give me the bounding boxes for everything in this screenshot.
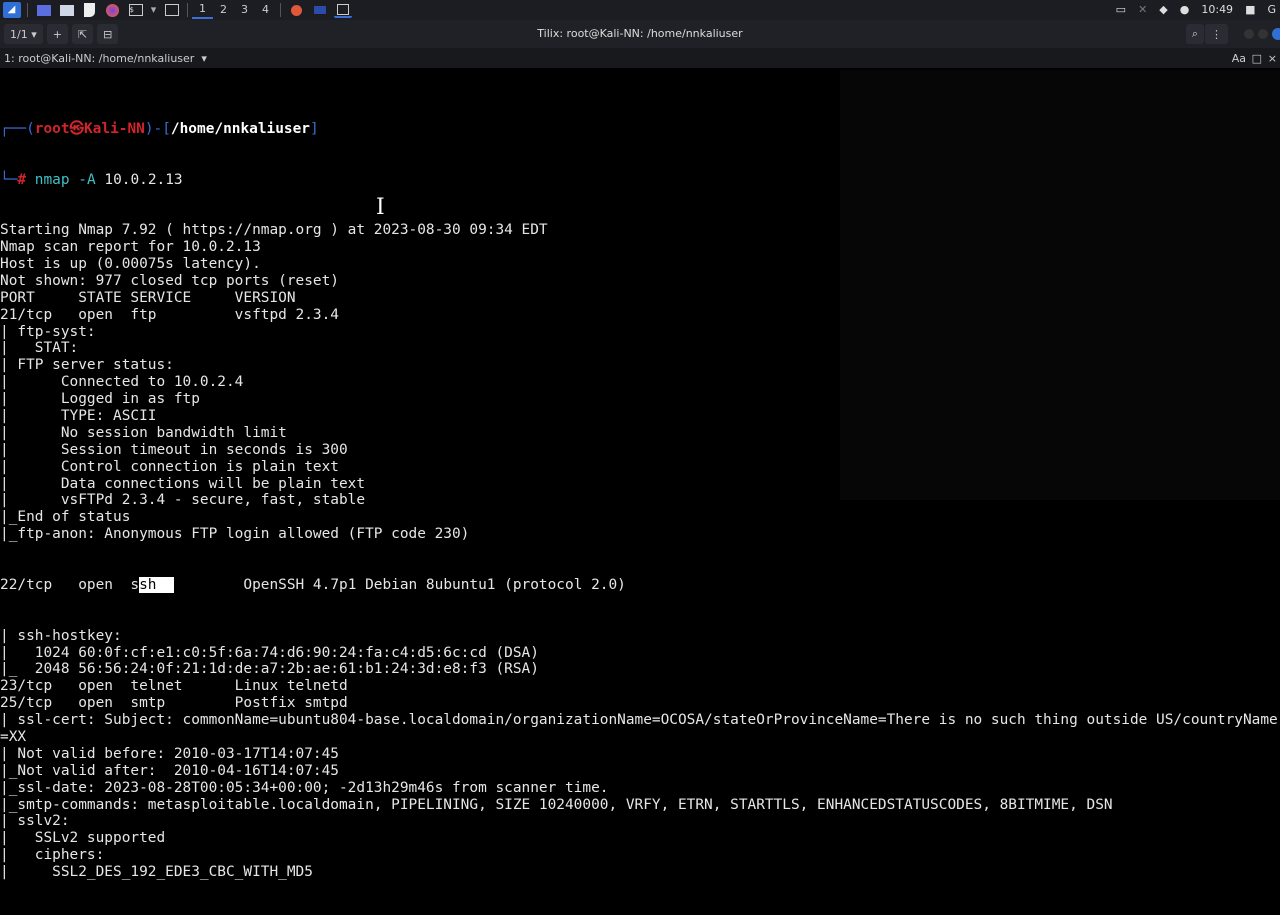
output-line: |_Not valid after: 2010-04-16T14:07:45 [0,762,339,779]
maximize-terminal-icon[interactable]: □ [1252,52,1262,65]
kali-menu-icon[interactable]: ◢ [2,2,21,18]
split-down-button[interactable]: ⊟ [97,24,119,44]
command-flag: -A [78,171,96,188]
divider [27,3,28,17]
clock[interactable]: 10:49 [1201,2,1233,18]
output-line: | 1024 60:0f:cf:e1:c0:5f:6a:74:d6:90:24:… [0,644,539,661]
command-arg: 10.0.2.13 [104,171,183,188]
output-line: Nmap scan report for 10.0.2.13 [0,239,261,256]
output-line: |_End of status [0,509,131,526]
desktop-icon[interactable] [35,2,53,18]
output-line: | SSL2_DES_192_EDE3_CBC_WITH_MD5 [0,864,313,881]
close-terminal-icon[interactable]: × [1268,52,1277,65]
text-selection[interactable]: sh [139,576,174,593]
output-line: | Session timeout in seconds is 300 [0,441,348,458]
mute-icon[interactable]: ✕ [1138,2,1147,18]
output-line: | Not valid before: 2010-03-17T14:07:45 [0,745,339,762]
minimize-button[interactable] [1244,29,1254,39]
output-line: 21/tcp open ftp vsftpd 2.3.4 [0,306,339,323]
output-line: | SSLv2 supported [0,830,166,847]
terminal-tab-title[interactable]: 1: root@Kali-NN: /home/nnkaliuser [4,52,194,65]
line-text: 22/tcp open s [0,576,140,593]
chevron-down-icon[interactable]: ▾ [201,52,207,65]
tilix-headerbar: 1/1 ▾ + ⇱ ⊟ Tilix: root@Kali-NN: /home/n… [0,20,1280,48]
tilix-task-icon[interactable] [333,2,352,18]
prompt-line-1: ┌──(root㉿Kali-NN)-[/home/nnkaliuser] [0,120,319,137]
output-line: | ssl-cert: Subject: commonName=ubuntu80… [0,712,1278,729]
terminal-titlebar: 1: root@Kali-NN: /home/nnkaliuser ▾ Aa □… [0,48,1280,68]
output-line: | STAT: [0,340,87,357]
files-icon[interactable] [58,2,76,18]
workspace-2[interactable]: 2 [213,2,234,18]
output-line: | Connected to 10.0.2.4 [0,374,244,391]
workspace-3[interactable]: 3 [234,2,255,18]
output-block: | ssh-hostkey: | 1024 60:0f:cf:e1:c0:5f:… [0,628,1280,881]
terminal-icon[interactable]: $ [127,2,145,18]
power-icon[interactable]: ● [1180,2,1190,18]
top-panel: ◢ $ ▾ 1 2 3 4 ▭ ✕ ◆ ● 10:49 ■ G [0,0,1280,20]
logout-icon[interactable]: G [1267,2,1276,18]
prompt-hash: # [17,171,27,188]
output-line: | Data connections will be plain text [0,475,366,492]
window-title: Tilix: root@Kali-NN: /home/nnkaliuser [537,27,743,40]
output-line: Host is up (0.00075s latency). [0,256,261,272]
terminal-split-icon[interactable] [163,2,181,18]
output-line: Not shown: 977 closed tcp ports (reset) [0,272,339,289]
divider [187,3,188,17]
prompt-line-2: └─# nmap -A 10.0.2.13 [0,171,183,188]
output-line: | Logged in as ftp [0,391,200,408]
output-line: 23/tcp open telnet Linux telnetd [0,678,348,695]
line-text: OpenSSH 4.7p1 Debian 8ubuntu1 (protocol … [173,576,626,593]
system-tray: ▭ ✕ ◆ ● 10:49 ■ G [1116,0,1276,20]
output-line: | Control connection is plain text [0,458,339,475]
text-cursor-icon: I [376,195,385,220]
terminal-output: ┌──(root㉿Kali-NN)-[/home/nnkaliuser] └─#… [0,87,1280,915]
output-line: |_ssl-date: 2023-08-28T00:05:34+00:00; -… [0,779,609,796]
close-button[interactable] [1272,28,1280,40]
firefox-icon[interactable] [104,2,122,18]
output-line: | FTP server status: [0,357,174,374]
session-switcher[interactable]: 1/1 ▾ [4,24,43,44]
output-line: | vsFTPd 2.3.4 - secure, fast, stable [0,492,366,509]
read-only-icon[interactable]: Aa [1232,52,1246,65]
firefox-task-icon[interactable] [288,2,306,18]
output-line: 25/tcp open smtp Postfix smtpd [0,695,348,712]
add-session-button[interactable]: + [46,24,68,44]
output-line: =XX [0,729,27,745]
output-line: | No session bandwidth limit [0,424,287,441]
session-count: 1/1 [10,27,28,41]
chevron-down-icon[interactable]: ▾ [150,2,158,18]
output-line: | ssh-hostkey: [0,627,131,644]
maximize-button[interactable] [1258,29,1268,39]
output-line: PORT STATE SERVICE VERSION [0,289,296,306]
output-line: |_ 2048 56:56:24:0f:21:1d:de:a7:2b:ae:61… [0,661,539,678]
menu-button[interactable]: ⋮ [1205,24,1228,44]
lock-icon[interactable]: ■ [1245,2,1255,18]
output-line: Starting Nmap 7.92 ( https://nmap.org ) … [0,222,548,239]
ssh-port-line: 22/tcp open ssh OpenSSH 4.7p1 Debian 8ub… [0,576,1280,594]
workspace-1[interactable]: 1 [192,1,213,19]
output-block: Starting Nmap 7.92 ( https://nmap.org ) … [0,222,1280,543]
terminal[interactable]: ┌──(root㉿Kali-NN)-[/home/nnkaliuser] └─#… [0,68,1280,915]
output-line: | sslv2: [0,813,79,830]
output-line: |_ftp-anon: Anonymous FTP login allowed … [0,526,470,543]
workspace-4[interactable]: 4 [255,2,276,18]
divider [280,3,281,17]
prompt-path: /home/nnkaliuser [170,120,310,137]
output-line: | ciphers: [0,847,113,864]
output-line: | ftp-syst: [0,323,105,340]
search-button[interactable]: ⌕ [1185,24,1204,44]
bell-icon[interactable]: ◆ [1159,2,1167,18]
split-right-button[interactable]: ⇱ [71,24,94,44]
display-icon[interactable]: ▭ [1116,2,1126,18]
text-editor-icon[interactable] [81,2,99,18]
prompt-user-host: root㉿Kali-NN [34,120,145,137]
folder-task-icon[interactable] [311,2,329,18]
command: nmap [34,171,70,188]
output-line: | TYPE: ASCII [0,408,157,425]
output-line: |_smtp-commands: metasploitable.localdom… [0,796,1113,813]
